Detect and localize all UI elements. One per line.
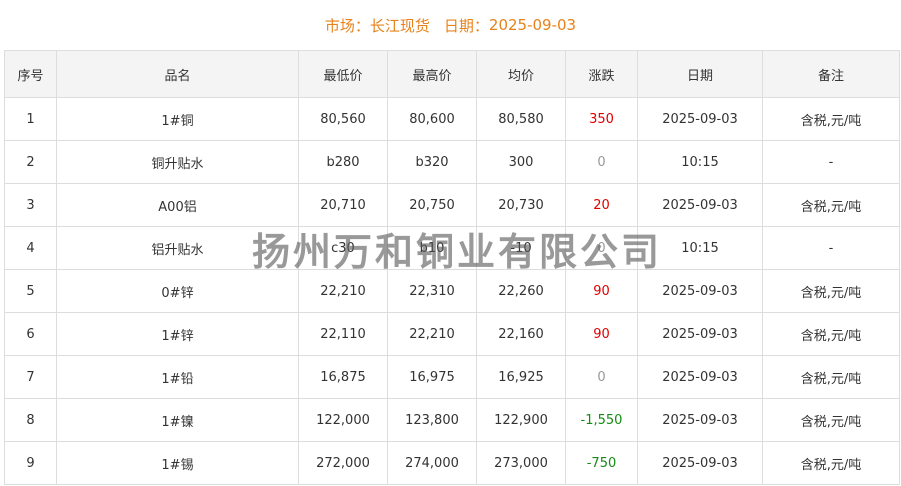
cell-no: 5 [4,269,57,313]
cell-low: 80,560 [298,97,388,141]
cell-note: 含税,元/吨 [762,398,900,442]
cell-high: b10 [387,226,477,270]
date-value: 2025-09-03 [488,16,577,34]
cell-no: 2 [4,140,57,184]
col-header-date: 日期 [637,50,763,98]
col-header-note: 备注 [762,50,900,98]
cell-date: 2025-09-03 [637,312,763,356]
date-label: 日期： [443,16,489,35]
cell-low: 122,000 [298,398,388,442]
cell-low: c30 [298,226,388,270]
cell-avg: 22,260 [476,269,566,313]
cell-name: 铝升贴水 [56,226,299,270]
market-label: 市场： [324,16,370,35]
cell-name: 1#锡 [56,441,299,485]
cell-high: 80,600 [387,97,477,141]
cell-note: 含税,元/吨 [762,97,900,141]
cell-date: 2025-09-03 [637,441,763,485]
cell-avg: 273,000 [476,441,566,485]
cell-name: 1#镍 [56,398,299,442]
cell-date: 10:15 [637,226,763,270]
cell-name: 1#锌 [56,312,299,356]
table-row: 9 1#锡 272,000 274,000 273,000 -750 2025-09-03 含… [4,441,900,485]
table-row: 2 铜升贴水 b280 b320 300 0 10:15- [4,140,900,184]
cell-high: 123,800 [387,398,477,442]
cell-low: b280 [298,140,388,184]
col-header-avg: 均价 [476,50,566,98]
cell-high: 22,210 [387,312,477,356]
cell-note: - [762,226,900,270]
cell-name: 0#锌 [56,269,299,313]
cell-low: 22,110 [298,312,388,356]
cell-no: 7 [4,355,57,399]
cell-change: -1,550 [565,398,638,442]
cell-avg: 16,925 [476,355,566,399]
price-table: 序号 品名 最低价 最高价 均价 涨跌 日期 备注 1 1#铜 80,560 80,6… [4,50,900,485]
cell-note: - [762,140,900,184]
cell-change: 350 [565,97,638,141]
col-header-name: 品名 [56,50,299,98]
table-row: 6 1#锌 22,110 22,210 22,160 90 2025-09-03 含税,元/吨 [4,312,900,356]
cell-name: 铜升贴水 [56,140,299,184]
cell-high: 22,310 [387,269,477,313]
cell-no: 8 [4,398,57,442]
cell-change: 20 [565,183,638,227]
cell-change: 90 [565,312,638,356]
cell-low: 272,000 [298,441,388,485]
cell-high: 16,975 [387,355,477,399]
cell-change: 90 [565,269,638,313]
cell-date: 2025-09-03 [637,398,763,442]
table-row: 4 铝升贴水 c30 b10 -10 0 10:15- [4,226,900,270]
table-row: 3 A00铝 20,710 20,750 20,730 20 2025-09-03 含税,元/… [4,183,900,227]
cell-change: 0 [565,355,638,399]
cell-note: 含税,元/吨 [762,269,900,313]
market-value: 长江现货 [369,16,430,35]
cell-note: 含税,元/吨 [762,355,900,399]
cell-low: 16,875 [298,355,388,399]
cell-no: 4 [4,226,57,270]
cell-high: 274,000 [387,441,477,485]
table-row: 1 1#铜 80,560 80,600 80,580 350 2025-09-03 含税,元/… [4,97,900,141]
table-row: 5 0#锌 22,210 22,310 22,260 90 2025-09-03 含税,元/吨 [4,269,900,313]
cell-date: 2025-09-03 [637,183,763,227]
market-header: 市场： 长江现货 日期： 2025-09-03 [0,0,901,50]
cell-no: 3 [4,183,57,227]
cell-low: 20,710 [298,183,388,227]
table-row: 7 1#铅 16,875 16,975 16,925 0 2025-09-03 含税,元/吨 [4,355,900,399]
cell-high: b320 [387,140,477,184]
cell-note: 含税,元/吨 [762,312,900,356]
cell-name: A00铝 [56,183,299,227]
cell-low: 22,210 [298,269,388,313]
cell-note: 含税,元/吨 [762,183,900,227]
cell-avg: 122,900 [476,398,566,442]
cell-avg: 22,160 [476,312,566,356]
cell-date: 2025-09-03 [637,269,763,313]
cell-change: 0 [565,226,638,270]
cell-change: -750 [565,441,638,485]
table-header-row: 序号 品名 最低价 最高价 均价 涨跌 日期 备注 [4,50,900,98]
col-header-high: 最高价 [387,50,477,98]
cell-no: 1 [4,97,57,141]
col-header-change: 涨跌 [565,50,638,98]
cell-date: 2025-09-03 [637,355,763,399]
cell-name: 1#铜 [56,97,299,141]
cell-no: 6 [4,312,57,356]
cell-date: 10:15 [637,140,763,184]
cell-high: 20,750 [387,183,477,227]
cell-no: 9 [4,441,57,485]
cell-avg: -10 [476,226,566,270]
cell-avg: 20,730 [476,183,566,227]
cell-avg: 300 [476,140,566,184]
cell-change: 0 [565,140,638,184]
cell-note: 含税,元/吨 [762,441,900,485]
col-header-low: 最低价 [298,50,388,98]
cell-avg: 80,580 [476,97,566,141]
col-header-no: 序号 [4,50,57,98]
cell-name: 1#铅 [56,355,299,399]
table-row: 8 1#镍 122,000 123,800 122,900 -1,550 2025-09-0… [4,398,900,442]
cell-date: 2025-09-03 [637,97,763,141]
